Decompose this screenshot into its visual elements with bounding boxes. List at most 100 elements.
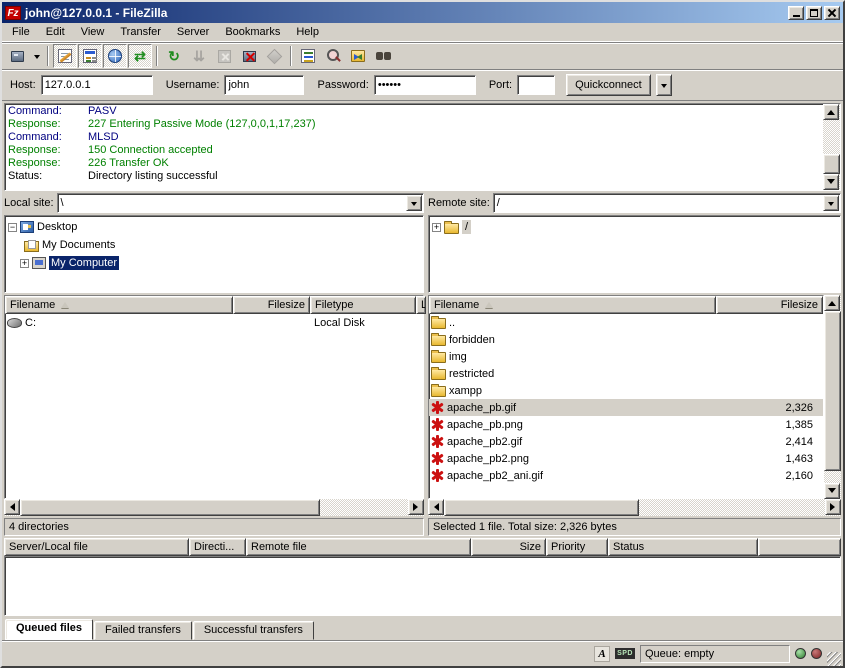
scroll-left-button[interactable] [428, 499, 444, 515]
local-column-filename[interactable]: Filename [5, 296, 233, 314]
remote-row[interactable]: apache_pb2.png1,463 [429, 450, 823, 467]
host-label: Host: [10, 79, 36, 91]
local-hscrollbar[interactable] [4, 499, 424, 516]
remote-row[interactable]: apache_pb.png1,385 [429, 416, 823, 433]
queue-column-remote-file[interactable]: Remote file [246, 538, 471, 556]
queue-body[interactable] [4, 556, 841, 616]
scroll-right-button[interactable] [825, 499, 841, 515]
title-bar[interactable]: Fz john@127.0.0.1 - FileZilla [2, 2, 843, 23]
quickconnect-dropdown[interactable] [656, 74, 672, 96]
expand-icon[interactable]: + [20, 259, 29, 268]
menu-file[interactable]: File [4, 24, 38, 40]
scroll-thumb[interactable] [20, 499, 320, 516]
site-manager-button[interactable] [5, 44, 29, 68]
remote-list-body[interactable]: .. forbidden img restricted xampp apache… [429, 314, 823, 498]
refresh-button[interactable]: ↻ [162, 44, 186, 68]
filter-button[interactable] [296, 44, 320, 68]
remote-site-combo[interactable]: / [493, 193, 841, 213]
remote-row[interactable]: img [429, 348, 823, 365]
expand-icon[interactable]: + [432, 223, 441, 232]
disconnect-button[interactable] [237, 44, 261, 68]
quickconnect-button[interactable]: Quickconnect [566, 74, 651, 96]
remote-row[interactable]: .. [429, 314, 823, 331]
synchronized-browsing-button[interactable] [346, 44, 370, 68]
find-files-button[interactable] [371, 44, 395, 68]
scroll-up-button[interactable] [824, 295, 840, 311]
menu-help[interactable]: Help [288, 24, 327, 40]
tree-item-my-documents[interactable]: My Documents [24, 236, 423, 254]
process-queue-button[interactable]: ⇊ [187, 44, 211, 68]
tree-item-root[interactable]: + / [432, 218, 840, 236]
transfer-queue-icon: ⇄ [134, 49, 146, 63]
local-site-row: Local site: \ [4, 193, 424, 215]
scroll-track[interactable] [823, 120, 840, 154]
menu-bookmarks[interactable]: Bookmarks [217, 24, 288, 40]
local-column-filetype[interactable]: Filetype [310, 296, 416, 314]
queue-column-status[interactable]: Status [608, 538, 758, 556]
scroll-left-button[interactable] [4, 499, 20, 515]
minimize-button[interactable] [788, 6, 804, 20]
remote-row[interactable]: xampp [429, 382, 823, 399]
message-log: Command:PASV Response:227 Entering Passi… [4, 103, 841, 191]
password-input[interactable] [374, 75, 476, 95]
queue-column-server-local-file[interactable]: Server/Local file [4, 538, 189, 556]
remote-row-selected[interactable]: apache_pb.gif2,326 [429, 399, 823, 416]
compare-directories-button[interactable] [321, 44, 345, 68]
reconnect-button[interactable] [262, 44, 286, 68]
local-site-combo[interactable]: \ [57, 193, 424, 213]
remote-row[interactable]: apache_pb2.gif2,414 [429, 433, 823, 450]
message-log-lines: Command:PASV Response:227 Entering Passi… [5, 104, 823, 190]
resize-grip[interactable] [827, 652, 841, 666]
maximize-button[interactable] [806, 6, 822, 20]
local-column-filesize[interactable]: Filesize [233, 296, 310, 314]
scroll-track[interactable] [320, 499, 408, 516]
log-scrollbar[interactable] [823, 104, 840, 190]
disk-icon [7, 318, 22, 328]
menu-server[interactable]: Server [169, 24, 217, 40]
close-button[interactable] [824, 6, 840, 20]
remote-row[interactable]: restricted [429, 365, 823, 382]
menu-view[interactable]: View [73, 24, 113, 40]
tree-item-my-computer[interactable]: + My Computer [20, 254, 423, 272]
local-site-dropdown[interactable] [406, 195, 422, 211]
toggle-transfer-queue-button[interactable]: ⇄ [128, 44, 152, 68]
tab-successful-transfers[interactable]: Successful transfers [193, 621, 314, 640]
local-list-body[interactable]: C: Local Disk [5, 314, 423, 498]
scroll-track[interactable] [639, 499, 825, 516]
tree-item-desktop[interactable]: − Desktop [8, 218, 423, 236]
scroll-up-button[interactable] [823, 104, 839, 120]
remote-column-filesize[interactable]: Filesize [716, 296, 823, 314]
tab-failed-transfers[interactable]: Failed transfers [94, 621, 192, 640]
toggle-remote-tree-button[interactable] [103, 44, 127, 68]
scroll-track[interactable] [824, 471, 841, 483]
menu-transfer[interactable]: Transfer [112, 24, 169, 40]
site-manager-dropdown[interactable] [30, 44, 43, 68]
scroll-right-button[interactable] [408, 499, 424, 515]
scroll-down-button[interactable] [824, 483, 840, 499]
scroll-thumb[interactable] [824, 311, 841, 471]
remote-row[interactable]: forbidden [429, 331, 823, 348]
queue-column-direction[interactable]: Directi... [189, 538, 246, 556]
cancel-operation-button[interactable] [212, 44, 236, 68]
toggle-message-log-button[interactable] [53, 44, 77, 68]
toolbar-separator [156, 46, 158, 66]
tab-queued-files[interactable]: Queued files [5, 619, 93, 640]
remote-site-dropdown[interactable] [823, 195, 839, 211]
queue-column-size[interactable]: Size [471, 538, 546, 556]
scroll-down-button[interactable] [823, 174, 839, 190]
remote-column-filename[interactable]: Filename [429, 296, 716, 314]
local-row-c-drive[interactable]: C: Local Disk [5, 314, 423, 331]
username-input[interactable] [224, 75, 304, 95]
remote-vscrollbar[interactable] [824, 295, 841, 499]
remote-row[interactable]: apache_pb2_ani.gif2,160 [429, 467, 823, 484]
remote-hscrollbar[interactable] [428, 499, 841, 516]
scroll-thumb[interactable] [444, 499, 639, 516]
scroll-thumb[interactable] [823, 154, 840, 174]
toggle-local-tree-button[interactable] [78, 44, 102, 68]
collapse-icon[interactable]: − [8, 223, 17, 232]
menu-edit[interactable]: Edit [38, 24, 73, 40]
folder-icon [431, 386, 446, 397]
host-input[interactable] [41, 75, 153, 95]
port-input[interactable] [517, 75, 555, 95]
queue-column-priority[interactable]: Priority [546, 538, 608, 556]
